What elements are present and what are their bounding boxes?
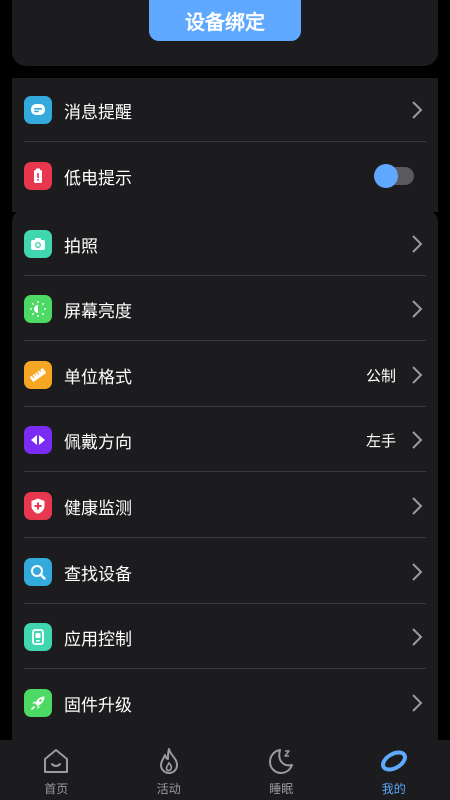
- row-divider: [24, 537, 426, 538]
- message-icon: [24, 96, 52, 124]
- chevron-right-icon: [412, 694, 423, 712]
- chevron-right-icon: [412, 497, 423, 515]
- tab-mine[interactable]: 我的: [338, 740, 450, 800]
- unit-format-value: 公制: [365, 366, 396, 385]
- shield-cross-icon: [24, 492, 52, 520]
- chevron-right-icon: [412, 628, 423, 646]
- row-divider: [24, 406, 426, 407]
- settings-row-unit-format[interactable]: 单位格式 公制: [12, 343, 438, 407]
- flame-icon: [159, 748, 178, 774]
- ruler-icon: [24, 361, 52, 389]
- low-battery-toggle[interactable]: [374, 164, 414, 188]
- row-divider: [24, 141, 426, 142]
- app-control-icon: [24, 623, 52, 651]
- settings-row-label: 单位格式: [64, 367, 132, 388]
- notification-settings-group: 消息提醒 低电提示: [12, 78, 438, 212]
- row-divider: [24, 471, 426, 472]
- tab-label: 我的: [381, 782, 406, 796]
- settings-row-firmware-upgrade[interactable]: 固件升级: [12, 671, 438, 735]
- moon-icon: [269, 749, 294, 774]
- chevron-right-icon: [412, 300, 423, 318]
- orientation-icon: [24, 426, 52, 454]
- settings-row-label: 健康监测: [64, 498, 132, 519]
- battery-icon: [24, 162, 52, 190]
- tab-label: 活动: [156, 782, 181, 796]
- row-divider: [24, 340, 426, 341]
- chevron-right-icon: [412, 235, 423, 253]
- settings-row-label: 应用控制: [64, 629, 132, 650]
- settings-row-label: 低电提示: [64, 168, 132, 189]
- toggle-knob: [374, 164, 398, 188]
- settings-row-brightness[interactable]: 屏幕亮度: [12, 277, 438, 341]
- settings-row-label: 屏幕亮度: [64, 301, 132, 322]
- settings-row-label: 佩戴方向: [64, 432, 132, 453]
- wear-orientation-value: 左手: [365, 431, 396, 450]
- settings-row-low-battery: 低电提示: [12, 144, 438, 208]
- search-device-icon: [24, 558, 52, 586]
- brightness-icon: [24, 295, 52, 323]
- chevron-right-icon: [412, 563, 423, 581]
- settings-row-camera[interactable]: 拍照: [12, 212, 438, 276]
- settings-row-label: 查找设备: [64, 564, 132, 585]
- home-icon: [44, 749, 69, 773]
- settings-row-wear-orientation[interactable]: 佩戴方向 左手: [12, 408, 438, 472]
- chevron-right-icon: [412, 366, 423, 384]
- settings-row-find-device[interactable]: 查找设备: [12, 540, 438, 604]
- tab-home[interactable]: 首页: [0, 740, 113, 800]
- settings-row-label: 拍照: [64, 236, 98, 257]
- tab-sleep[interactable]: 睡眠: [225, 740, 338, 800]
- settings-row-health-monitoring[interactable]: 健康监测: [12, 474, 438, 538]
- device-settings-group: 拍照 屏幕亮度 单位格式 公制 佩戴方向 左手 健康监测 查找设备 应用控制 固…: [12, 210, 438, 750]
- chevron-right-icon: [412, 101, 423, 119]
- row-divider: [24, 668, 426, 669]
- settings-row-label: 消息提醒: [64, 102, 132, 123]
- row-divider: [24, 603, 426, 604]
- bind-device-button[interactable]: 设备绑定: [149, 0, 301, 41]
- watch-ring-icon: [380, 750, 407, 772]
- settings-row-label: 固件升级: [64, 695, 132, 716]
- tab-activity[interactable]: 活动: [113, 740, 226, 800]
- camera-icon: [24, 230, 52, 258]
- rocket-icon: [24, 689, 52, 717]
- tab-label: 睡眠: [269, 782, 294, 796]
- settings-row-message-reminder[interactable]: 消息提醒: [12, 78, 438, 142]
- row-divider: [24, 275, 426, 276]
- chevron-right-icon: [412, 431, 423, 449]
- bottom-tab-bar: 首页 活动 睡眠 我的: [0, 740, 450, 800]
- tab-label: 首页: [44, 782, 69, 796]
- settings-row-app-control[interactable]: 应用控制: [12, 605, 438, 669]
